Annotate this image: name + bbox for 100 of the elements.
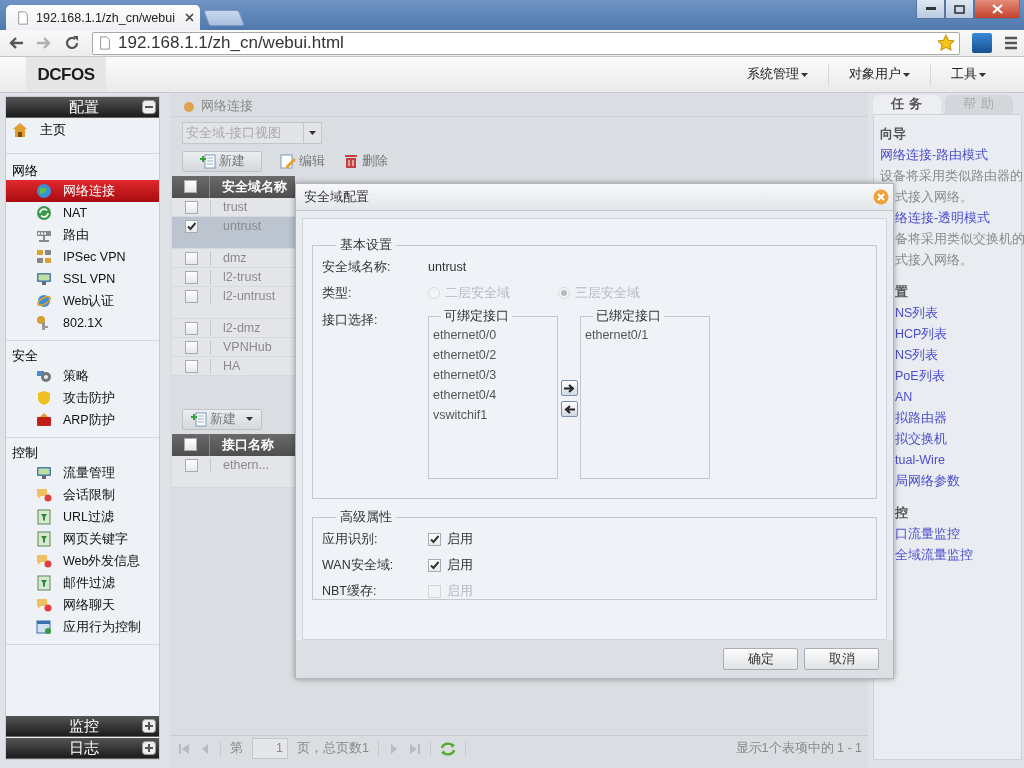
nav-item[interactable]: 主页 [6,118,159,154]
forward-icon[interactable] [36,36,52,50]
nav-item[interactable]: Web外发信息 [6,550,159,572]
tab[interactable]: 任 务 [873,95,941,114]
task-link[interactable]: 拟交换机 [895,429,1021,450]
list-item[interactable]: ethernet0/1 [585,325,709,345]
list-title: 可绑定接口 [443,308,510,325]
checkbox[interactable] [184,201,198,214]
task-link[interactable]: NS列表 [895,303,1021,324]
group-title: 网络 [11,163,39,180]
nav-item[interactable]: 流量管理 [6,462,159,484]
panel-header[interactable]: 日志 [6,738,159,759]
task-link[interactable]: PoE列表 [895,366,1021,387]
nav-item[interactable]: 应用行为控制 [6,616,159,638]
checkbox[interactable] [184,180,197,193]
nav-item[interactable]: URL过滤 [6,506,159,528]
collapse-icon[interactable] [142,100,156,114]
reload-icon[interactable] [64,35,80,51]
monitor-icon [36,271,52,287]
dialog-title: 安全域配置 [304,188,370,206]
nav-item[interactable]: 邮件过滤 [6,572,159,594]
star-icon[interactable] [937,34,955,52]
refresh-icon[interactable] [439,740,456,757]
checkbox[interactable] [184,271,198,284]
list-title: 已绑定接口 [595,308,662,325]
expand-icon[interactable] [142,741,156,755]
browser-tab[interactable]: 192.168.1.1/zh_cn/webui [6,5,200,30]
extension-icon[interactable] [972,33,992,53]
checkbox[interactable] [184,252,198,265]
checkbox[interactable] [184,322,198,335]
checkbox[interactable] [428,558,441,572]
task-link[interactable]: HCP列表 [895,324,1021,345]
list-item[interactable]: ethernet0/2 [433,345,557,365]
nav-item[interactable]: 会话限制 [6,484,159,506]
nav-item[interactable]: 策略 [6,365,159,387]
menu-item[interactable]: 工具 [930,63,1006,86]
nav-item[interactable]: NAT [6,202,159,224]
task-link[interactable]: 拟路由器 [895,408,1021,429]
list-item[interactable]: ethernet0/4 [433,385,557,405]
cancel-button[interactable]: 取消 [804,648,879,671]
task-link[interactable]: 局网络参数 [895,471,1021,492]
new-tab-button[interactable] [203,10,245,26]
menu-item[interactable]: 对象用户 [828,63,930,86]
checkbox[interactable] [428,532,441,546]
checkbox[interactable] [184,341,198,354]
maximize-button[interactable] [945,0,974,19]
minimize-button[interactable] [916,0,945,19]
ok-button[interactable]: 确定 [723,648,798,671]
panel-header[interactable]: 配置 [6,97,159,118]
list-item[interactable]: ethernet0/0 [433,325,557,345]
nav-item[interactable]: 802.1X [6,312,159,334]
task-link[interactable]: 口流量监控 [895,524,1021,545]
nav-item[interactable]: IPSec VPN [6,246,159,268]
task-link[interactable]: 络连接-透明模式 [895,208,1021,229]
nav-item[interactable]: 攻击防护 [6,387,159,409]
table-cell: ethern... [210,458,269,473]
page-icon [98,36,112,50]
nav-item[interactable]: 网络连接 [6,180,159,202]
checkbox[interactable] [184,360,198,373]
chat-icon [36,553,52,569]
menu-icon[interactable] [1004,36,1018,50]
move-left-button[interactable] [561,401,578,417]
nav-item[interactable]: 路由 [6,224,159,246]
task-link[interactable]: tual-Wire [895,450,1021,471]
task-link[interactable]: 网络连接-路由模式 [880,145,1021,166]
nav-item[interactable]: SSL VPN [6,268,159,290]
nav-item[interactable]: ARP防护 [6,409,159,431]
nav-item[interactable]: 网络聊天 [6,594,159,616]
caret-icon [245,417,253,421]
first-page-icon[interactable] [178,742,190,755]
list-item[interactable]: ethernet0/3 [433,365,557,385]
task-link[interactable]: NS列表 [895,345,1021,366]
move-right-button[interactable] [561,380,578,396]
close-window-button[interactable] [974,0,1020,19]
chat-icon [36,487,52,503]
table-cell: HA [210,359,241,374]
nav-item[interactable]: Web认证 [6,290,159,312]
close-icon[interactable] [185,13,194,22]
new-button[interactable]: 新建 [182,408,262,430]
caret-icon [979,72,986,77]
delete-button[interactable]: 删除 [343,152,388,170]
nav-item[interactable]: 网页关键字 [6,528,159,550]
menu-item[interactable]: 系统管理 [727,63,828,86]
last-page-icon[interactable] [408,742,421,755]
task-link[interactable]: 全域流量监控 [895,545,1021,566]
task-link[interactable]: AN [895,387,1021,408]
table-cell: l2-dmz [210,321,261,336]
group-title: 高级属性 [339,508,393,526]
checkbox[interactable] [184,290,198,303]
checkbox[interactable] [184,459,198,472]
address-field[interactable]: 192.168.1.1/zh_cn/webui.html [92,31,960,55]
edit-button[interactable]: 编辑 [280,152,325,170]
new-button[interactable]: 新建 [182,150,262,172]
status-dot [184,101,194,112]
list-item[interactable]: vswitchif1 [433,405,557,425]
panel-header[interactable]: 监控 [6,716,159,737]
checkbox[interactable] [184,220,198,233]
checkbox[interactable] [184,438,197,451]
expand-icon[interactable] [142,719,156,733]
back-icon[interactable] [8,36,24,50]
